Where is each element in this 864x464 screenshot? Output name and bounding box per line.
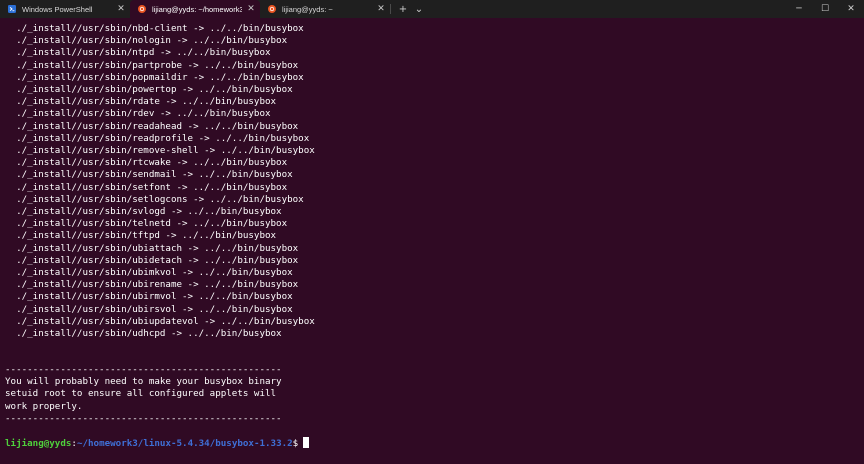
ubuntu-icon [138, 5, 146, 13]
output-line: ./_install//usr/sbin/ubiattach -> ../../… [5, 242, 299, 254]
message-line: setuid root to ensure all configured app… [5, 388, 277, 400]
output-line: ./_install//usr/sbin/ubirmvol -> ../../b… [5, 291, 293, 303]
message-line: work properly. [5, 400, 83, 412]
close-window-button[interactable]: ✕ [838, 4, 864, 14]
prompt-user-host: lijiang@yyds [5, 438, 72, 449]
output-line: ./_install//usr/sbin/readprofile -> ../.… [5, 132, 310, 144]
output-line: ./_install//usr/sbin/sendmail -> ../../b… [5, 169, 293, 181]
tab-lijiang-homework3[interactable]: lijiang@yyds: ~/homework3/linu ✕ [130, 0, 260, 18]
tab-windows-powershell[interactable]: Windows PowerShell ✕ [0, 0, 130, 18]
output-line: ./_install//usr/sbin/remove-shell -> ../… [5, 145, 315, 156]
output-line: ./_install//usr/sbin/ubimkvol -> ../../b… [5, 267, 293, 278]
output-line: ./_install//usr/sbin/rdev -> ../../bin/b… [5, 108, 271, 120]
tab-bar: Windows PowerShell ✕ lijiang@yyds: ~/hom… [0, 0, 864, 18]
terminal-output[interactable]: ./_install//usr/sbin/nbd-client -> ../..… [0, 18, 864, 464]
output-line: ./_install//usr/sbin/svlogd -> ../../bin… [5, 206, 282, 217]
tab-label: lijiang@yyds: ~ [282, 4, 333, 14]
tab-label: Windows PowerShell [22, 4, 93, 14]
output-line: ./_install//usr/sbin/udhcpd -> ../../bin… [5, 328, 282, 339]
message-divider: ----------------------------------------… [5, 364, 282, 375]
output-line: ./_install//usr/sbin/nologin -> ../../bi… [5, 35, 288, 47]
output-line: ./_install//usr/sbin/readahead -> ../../… [5, 120, 299, 132]
output-line: ./_install//usr/sbin/tftpd -> ../../bin/… [5, 230, 277, 242]
output-line: ./_install//usr/sbin/powertop -> ../../b… [5, 84, 293, 95]
message-divider: ----------------------------------------… [5, 412, 282, 424]
tab-lijiang-home[interactable]: lijiang@yyds: ~ ✕ [260, 0, 390, 18]
tab-label: lijiang@yyds: ~/homework3/linu [152, 4, 242, 14]
output-line: ./_install//usr/sbin/nbd-client -> ../..… [5, 23, 304, 34]
maximize-button[interactable]: ☐ [812, 4, 838, 14]
prompt-symbol: $ [292, 438, 299, 449]
shell-prompt[interactable]: lijiang@yyds:~/homework3/linux-5.4.34/bu… [5, 437, 310, 449]
window-controls: ─ ☐ ✕ [786, 0, 864, 18]
prompt-path: ~/homework3/linux-5.4.34/busybox-1.33.2 [76, 438, 293, 449]
close-icon[interactable]: ✕ [112, 4, 130, 14]
output-line: ./_install//usr/sbin/ubidetach -> ../../… [5, 254, 299, 266]
output-line: ./_install//usr/sbin/setlogcons -> ../..… [5, 193, 304, 205]
output-line: ./_install//usr/sbin/setfont -> ../../bi… [5, 181, 288, 193]
output-line: ./_install//usr/sbin/rdate -> ../../bin/… [5, 96, 277, 108]
terminal-window: Windows PowerShell ✕ lijiang@yyds: ~/hom… [0, 0, 864, 464]
minimize-button[interactable]: ─ [786, 4, 812, 14]
tab-divider [390, 4, 391, 14]
output-line: ./_install//usr/sbin/popmaildir -> ../..… [5, 71, 304, 83]
output-line: ./_install//usr/sbin/rtcwake -> ../../bi… [5, 157, 288, 169]
output-line: ./_install//usr/sbin/ubirename -> ../../… [5, 279, 299, 291]
output-line: ./_install//usr/sbin/ntpd -> ../../bin/b… [5, 47, 271, 59]
output-line: ./_install//usr/sbin/ubirsvol -> ../../b… [5, 303, 293, 315]
close-icon[interactable]: ✕ [372, 4, 390, 14]
text-cursor [303, 437, 310, 448]
tab-actions: + ⌄ [395, 0, 427, 18]
new-tab-button[interactable]: + [395, 4, 411, 15]
close-icon[interactable]: ✕ [242, 4, 260, 14]
powershell-icon [8, 5, 16, 13]
message-line: You will probably need to make your busy… [5, 376, 282, 388]
chevron-down-icon[interactable]: ⌄ [411, 4, 427, 15]
ubuntu-icon [268, 5, 276, 13]
output-line: ./_install//usr/sbin/partprobe -> ../../… [5, 59, 299, 71]
output-line: ./_install//usr/sbin/telnetd -> ../../bi… [5, 218, 288, 230]
output-line: ./_install//usr/sbin/ubiupdatevol -> ../… [5, 315, 315, 327]
